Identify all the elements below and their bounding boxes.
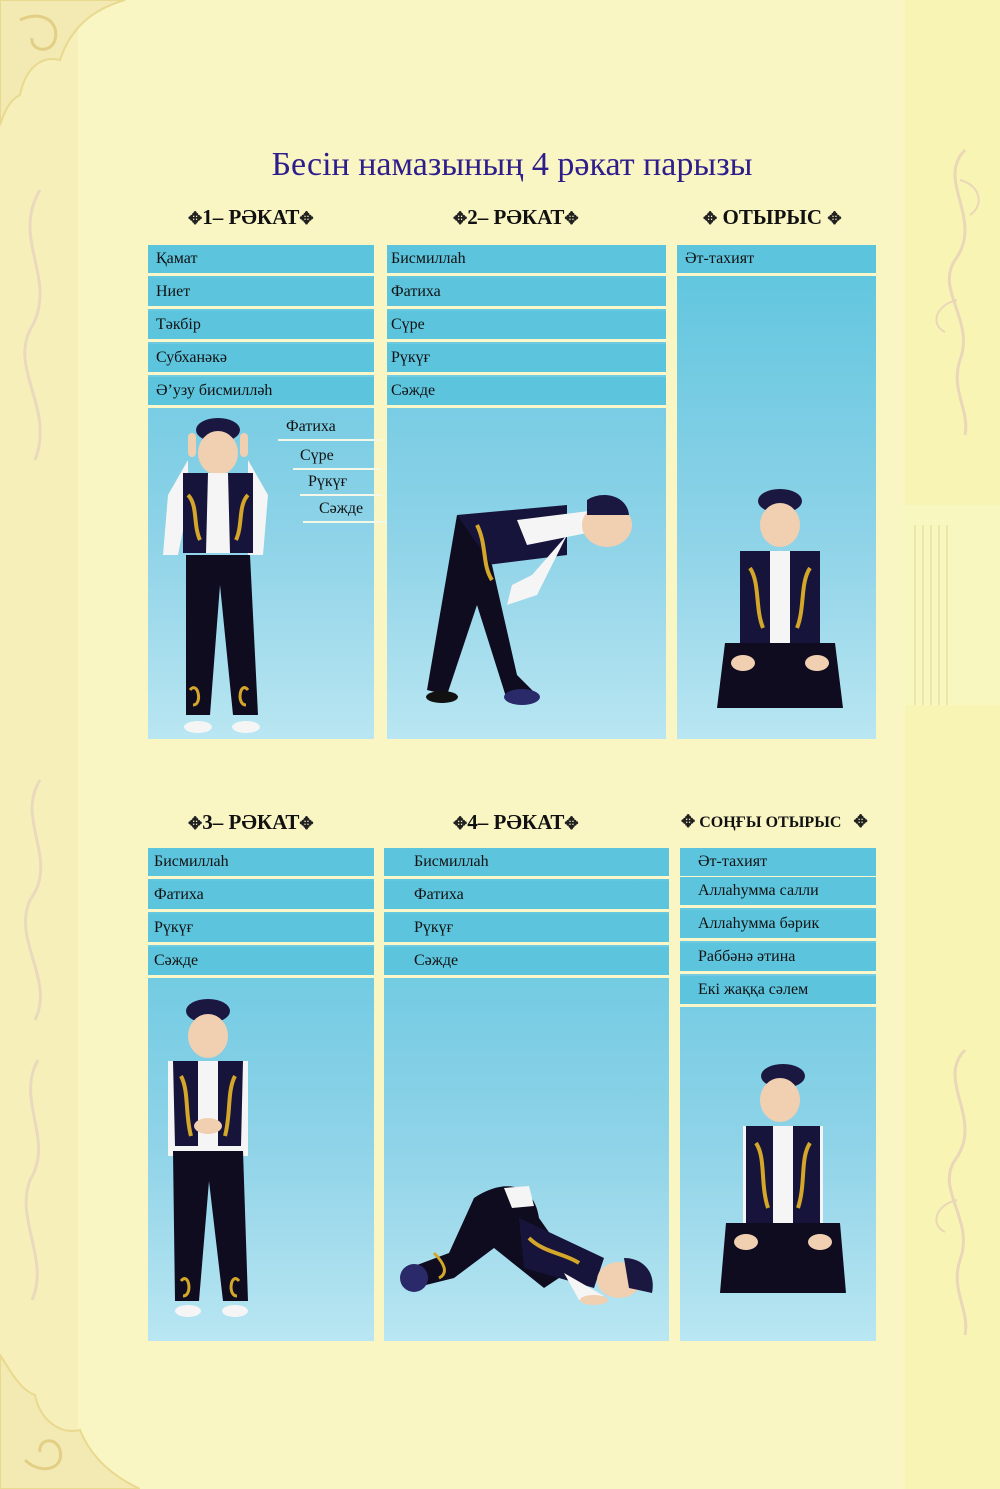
sub-step-rukuh: Рүкүғ: [300, 470, 382, 496]
boy-qiyam-standing-figure: [168, 999, 248, 1317]
step-sure: Сүре: [387, 311, 666, 342]
rakat-3-column: Бисмиллаһ Фатиха Рүкүғ Сәжде: [148, 848, 374, 1341]
heading-sitting: ✥ ОТЫРЫС ✥: [703, 205, 842, 229]
heading-rakat-2: ✥2– РӘКАТ✥: [453, 205, 579, 229]
step-fatiha-3: Фатиха: [148, 881, 374, 912]
step-subhanaka: Субханәкә: [148, 344, 374, 375]
rakat-4-column: Бисмиллаһ Фатиха Рүкүғ Сәжде: [384, 848, 669, 1341]
heading-rakat-3: ✥3– РӘКАТ✥: [188, 810, 314, 834]
step-salam-both-sides: Екі жаққа сәлем: [680, 976, 876, 1007]
step-sajda-3: Сәжде: [148, 947, 374, 978]
heading-rakat-4: ✥4– РӘКАТ✥: [453, 810, 579, 834]
page-title: Бесін намазының 4 рәкат парызы: [271, 146, 753, 183]
step-qamat: Қамат: [148, 245, 374, 276]
step-rabbana-atina: Раббәнә әтина: [680, 943, 876, 974]
step-fatiha: Фатиха: [387, 278, 666, 309]
step-rukuh-4: Рүкүғ: [384, 914, 669, 945]
step-at-tahiyat-final: Әт-тахият: [680, 848, 876, 879]
sub-step-sure: Сүре: [293, 444, 381, 470]
boy-kneeling-figure: [717, 489, 843, 708]
rakat-1-column: Қамат Ниет Тәкбір Субханәкә Ә’узу бисмил…: [148, 245, 390, 739]
step-takbir: Тәкбір: [148, 311, 374, 342]
step-allahumma-salli: Аллаһумма салли: [680, 877, 876, 908]
step-bismillah-3: Бисмиллаһ: [148, 848, 374, 879]
step-at-tahiyat: Әт-тахият: [677, 245, 876, 276]
step-auzu-bismillah: Ә’узу бисмилләһ: [148, 377, 374, 408]
step-bismillah: Бисмиллаһ: [387, 245, 666, 276]
step-sajda-4: Сәжде: [384, 947, 669, 978]
corner-ornament-top-left: [0, 0, 126, 126]
step-rukuh: Рүкүғ: [387, 344, 666, 375]
heading-final-sitting: ✥ СОҢҒЫ ОТЫРЫС ✥: [681, 812, 868, 831]
sub-step-fatiha: Фатиха: [278, 415, 382, 441]
step-niyet: Ниет: [148, 278, 374, 309]
step-fatiha-4: Фатиха: [384, 881, 669, 912]
boy-takbir-standing-figure: [163, 418, 268, 733]
sub-step-sajda: Сәжде: [303, 497, 390, 523]
heading-rakat-1: ✥1– РӘКАТ✥: [188, 205, 314, 229]
boy-sajda-prostrating-figure: [400, 1186, 653, 1305]
rakat-2-column: Бисмиллаһ Фатиха Сүре Рүкүғ Сәжде: [387, 245, 666, 739]
boy-salam-kneeling-figure: [720, 1064, 846, 1293]
swirl-ornament-left: [23, 189, 43, 1301]
step-sajda: Сәжде: [387, 377, 666, 408]
step-bismillah-4: Бисмиллаһ: [384, 848, 669, 879]
right-striped-panel: [905, 505, 1000, 705]
final-sitting-column: Әт-тахият Аллаһумма салли Аллаһумма бәри…: [680, 848, 876, 1341]
boy-rukuh-bowing-figure: [426, 495, 632, 705]
corner-ornament-bottom-left: [0, 1353, 140, 1489]
step-allahumma-barik: Аллаһумма бәрик: [680, 910, 876, 941]
sitting-column: Әт-тахият: [677, 245, 876, 739]
swirl-ornament-right-top: [935, 148, 980, 436]
swirl-ornament-right-bottom: [935, 1048, 968, 1336]
step-rukuh-3: Рүкүғ: [148, 914, 374, 945]
